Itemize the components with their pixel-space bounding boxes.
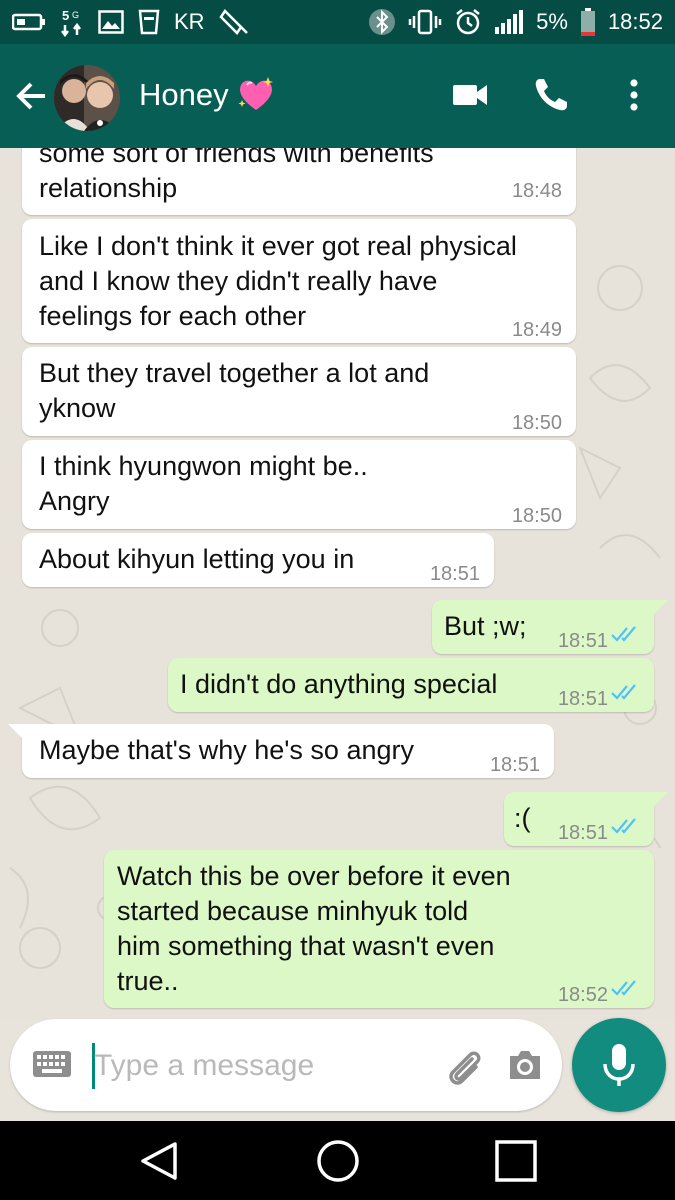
message-bubble-outgoing[interactable]: Watch this be over before it even starte… bbox=[104, 850, 654, 1008]
message-time: 18:51 bbox=[429, 563, 480, 585]
signal-icon bbox=[494, 9, 524, 35]
bubble-tail bbox=[652, 600, 668, 616]
message-text: Maybe that's why he's so angry bbox=[39, 735, 414, 765]
contact-name[interactable]: Honey bbox=[139, 77, 229, 113]
message-text: But ;w; bbox=[444, 611, 527, 641]
message-text: I didn't do anything special bbox=[180, 669, 498, 699]
keyboard-icon[interactable] bbox=[32, 1050, 72, 1083]
svg-text:5: 5 bbox=[62, 8, 69, 23]
message-text: Like I don't think it ever got real phys… bbox=[39, 231, 517, 331]
status-bar: 5G KR 5% 18:52 bbox=[0, 0, 675, 44]
message-bubble-outgoing[interactable]: I didn't do anything special 18:51 bbox=[168, 658, 654, 712]
battery-low-icon bbox=[580, 7, 596, 37]
bubble-tail bbox=[8, 724, 24, 740]
message-text: About kihyun letting you in bbox=[39, 544, 355, 574]
message-bubble-incoming[interactable]: About kihyun letting you in 18:51 bbox=[22, 533, 494, 587]
bluetooth-icon bbox=[368, 8, 396, 36]
nav-home-icon[interactable] bbox=[316, 1139, 360, 1188]
message-time: 18:50 bbox=[511, 505, 562, 527]
message-list[interactable]: some sort of friends with benefits relat… bbox=[0, 148, 675, 1020]
video-call-icon[interactable] bbox=[451, 76, 489, 119]
vibrate-icon bbox=[408, 8, 442, 36]
message-bubble-incoming[interactable]: But they travel together a lot and yknow… bbox=[22, 347, 576, 436]
nav-back-icon[interactable] bbox=[139, 1141, 179, 1186]
chat-header: Honey bbox=[0, 44, 675, 148]
attach-icon[interactable] bbox=[442, 1045, 486, 1094]
message-input[interactable]: Type a message bbox=[94, 1049, 314, 1083]
battery-outline-icon bbox=[12, 12, 46, 32]
mic-icon bbox=[601, 1042, 637, 1093]
message-time: 18:52 bbox=[557, 984, 608, 1006]
back-arrow-icon[interactable] bbox=[14, 78, 50, 114]
message-composer[interactable]: Type a message bbox=[10, 1019, 562, 1111]
phone-icon[interactable] bbox=[532, 76, 570, 119]
bubble-tail bbox=[652, 792, 668, 808]
message-text: some sort of friends with benefits relat… bbox=[39, 148, 434, 203]
message-text: I think hyungwon might be.. Angry bbox=[39, 451, 368, 516]
read-ticks-icon bbox=[611, 684, 636, 700]
message-time: 18:50 bbox=[511, 412, 562, 434]
message-time: 18:51 bbox=[557, 630, 608, 652]
system-nav-bar bbox=[0, 1121, 675, 1200]
message-text: :( bbox=[514, 803, 531, 833]
message-time: 18:48 bbox=[511, 180, 562, 202]
message-text: But they travel together a lot and yknow bbox=[39, 358, 430, 423]
mic-button[interactable] bbox=[572, 1018, 666, 1112]
svg-text:G: G bbox=[72, 10, 79, 20]
message-text: Watch this be over before it even starte… bbox=[117, 861, 511, 996]
trash-icon bbox=[138, 9, 160, 35]
clock: 18:52 bbox=[607, 9, 663, 34]
message-time: 18:51 bbox=[557, 688, 608, 710]
read-ticks-icon bbox=[611, 818, 636, 834]
message-bubble-outgoing[interactable]: But ;w; 18:51 bbox=[432, 600, 668, 654]
camera-icon[interactable] bbox=[507, 1048, 543, 1087]
alarm-icon bbox=[454, 8, 482, 36]
message-bubble-incoming[interactable]: Maybe that's why he's so angry 18:51 bbox=[8, 724, 554, 778]
message-time: 18:49 bbox=[511, 319, 562, 341]
message-time: 18:51 bbox=[489, 754, 540, 776]
read-ticks-icon bbox=[611, 980, 636, 996]
read-ticks-icon bbox=[611, 626, 636, 642]
data-5g-icon: 5G bbox=[60, 7, 84, 37]
avatar[interactable] bbox=[54, 65, 120, 131]
message-time: 18:51 bbox=[557, 822, 608, 844]
sparkling-heart-icon bbox=[236, 74, 276, 114]
nav-recents-icon[interactable] bbox=[495, 1140, 537, 1187]
more-vert-icon[interactable] bbox=[620, 76, 648, 119]
carrier-label: KR bbox=[174, 9, 205, 34]
message-bubble-incoming[interactable]: Like I don't think it ever got real phys… bbox=[22, 219, 576, 343]
message-bubble-incoming[interactable]: I think hyungwon might be.. Angry 18:50 bbox=[22, 440, 576, 529]
message-bubble-outgoing[interactable]: :( 18:51 bbox=[504, 792, 668, 846]
message-bubble-incoming[interactable]: some sort of friends with benefits relat… bbox=[22, 148, 576, 215]
kakao-icon bbox=[218, 7, 251, 37]
image-icon bbox=[98, 10, 124, 34]
battery-percent: 5% bbox=[536, 9, 568, 34]
